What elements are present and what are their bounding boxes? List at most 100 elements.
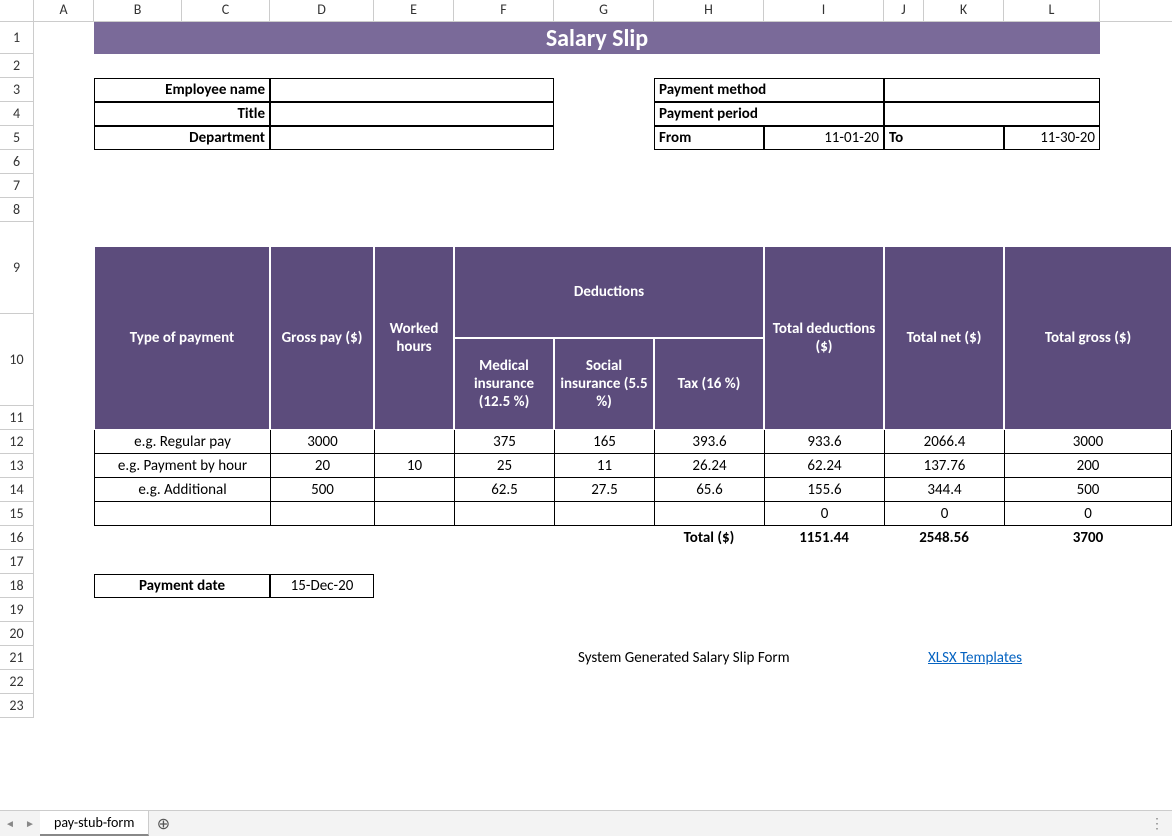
- r2-tded[interactable]: 62.24: [764, 454, 884, 478]
- col-E[interactable]: E: [374, 0, 454, 21]
- r1-med[interactable]: 375: [454, 430, 554, 454]
- r4-tg[interactable]: 0: [1004, 502, 1172, 526]
- pay-date-value[interactable]: 15-Dec-20: [270, 574, 374, 598]
- row-5[interactable]: 5: [0, 126, 33, 150]
- sheet-tab-active[interactable]: pay-stub-form: [40, 811, 149, 836]
- emp-dept-value[interactable]: [270, 126, 554, 150]
- col-K[interactable]: K: [924, 0, 1004, 21]
- hdr-medical: Medical insurance (12.5 %): [454, 338, 554, 430]
- row-19[interactable]: 19: [0, 598, 33, 622]
- row-9[interactable]: 9: [0, 222, 33, 314]
- tab-scroll-left-icon[interactable]: ◄: [0, 811, 20, 836]
- add-sheet-button[interactable]: ⊕: [149, 811, 177, 836]
- r3-type[interactable]: e.g. Additional: [94, 478, 270, 502]
- r4-tax[interactable]: [654, 502, 764, 526]
- r3-hours[interactable]: [374, 478, 454, 502]
- from-date[interactable]: 11-01-20: [764, 126, 884, 150]
- emp-title-label: Title: [94, 102, 270, 126]
- r1-net[interactable]: 2066.4: [884, 430, 1004, 454]
- sheet-tabs-bar: ◄ ► pay-stub-form ⊕ ⋮: [0, 810, 1172, 836]
- emp-title-value[interactable]: [270, 102, 554, 126]
- row-13[interactable]: 13: [0, 454, 33, 478]
- r3-med[interactable]: 62.5: [454, 478, 554, 502]
- r4-soc[interactable]: [554, 502, 654, 526]
- col-B[interactable]: B: [94, 0, 182, 21]
- select-all-corner[interactable]: [0, 0, 34, 21]
- r3-gross[interactable]: 500: [270, 478, 374, 502]
- to-label: To: [884, 126, 1004, 150]
- r3-tax[interactable]: 65.6: [654, 478, 764, 502]
- to-date[interactable]: 11-30-20: [1004, 126, 1100, 150]
- hdr-deductions: Deductions: [454, 246, 764, 338]
- tab-scroll-right-icon[interactable]: ►: [20, 811, 40, 836]
- emp-name-value[interactable]: [270, 78, 554, 102]
- col-F[interactable]: F: [454, 0, 554, 21]
- col-L[interactable]: L: [1004, 0, 1100, 21]
- row-21[interactable]: 21: [0, 646, 33, 670]
- col-J[interactable]: J: [884, 0, 924, 21]
- row-4[interactable]: 4: [0, 102, 33, 126]
- tab-options-icon[interactable]: ⋮: [1150, 815, 1166, 832]
- r2-net[interactable]: 137.76: [884, 454, 1004, 478]
- r3-tg[interactable]: 500: [1004, 478, 1172, 502]
- row-1[interactable]: 1: [0, 22, 33, 54]
- r4-net[interactable]: 0: [884, 502, 1004, 526]
- footer-text: System Generated Salary Slip Form: [574, 646, 904, 670]
- row-6[interactable]: 6: [0, 150, 33, 174]
- row-14[interactable]: 14: [0, 478, 33, 502]
- row-22[interactable]: 22: [0, 670, 33, 694]
- r1-tded[interactable]: 933.6: [764, 430, 884, 454]
- hdr-gross: Gross pay ($): [270, 246, 374, 430]
- r1-gross[interactable]: 3000: [270, 430, 374, 454]
- hdr-tded: Total deductions ($): [764, 246, 884, 430]
- r4-type[interactable]: [94, 502, 270, 526]
- r1-soc[interactable]: 165: [554, 430, 654, 454]
- r2-tg[interactable]: 200: [1004, 454, 1172, 478]
- r2-med[interactable]: 25: [454, 454, 554, 478]
- row-23[interactable]: 23: [0, 694, 33, 718]
- hdr-hours: Worked hours: [374, 246, 454, 430]
- col-H[interactable]: H: [654, 0, 764, 21]
- r2-type[interactable]: e.g. Payment by hour: [94, 454, 270, 478]
- total-tded: 1151.44: [764, 526, 884, 550]
- col-D[interactable]: D: [270, 0, 374, 21]
- row-10[interactable]: 10: [0, 314, 33, 406]
- footer-link-cell[interactable]: XLSX Templates: [924, 646, 1100, 670]
- row-17[interactable]: 17: [0, 550, 33, 574]
- r1-tg[interactable]: 3000: [1004, 430, 1172, 454]
- r4-tded[interactable]: 0: [764, 502, 884, 526]
- r4-hours[interactable]: [374, 502, 454, 526]
- row-18[interactable]: 18: [0, 574, 33, 598]
- hdr-tgross: Total gross ($): [1004, 246, 1172, 430]
- r3-net[interactable]: 344.4: [884, 478, 1004, 502]
- r1-tax[interactable]: 393.6: [654, 430, 764, 454]
- pay-method-value[interactable]: [884, 78, 1100, 102]
- row-16[interactable]: 16: [0, 526, 33, 550]
- r4-med[interactable]: [454, 502, 554, 526]
- col-C[interactable]: C: [182, 0, 270, 21]
- row-20[interactable]: 20: [0, 622, 33, 646]
- row-11[interactable]: 11: [0, 406, 33, 430]
- r2-soc[interactable]: 11: [554, 454, 654, 478]
- row-3[interactable]: 3: [0, 78, 33, 102]
- emp-name-label: Employee name: [94, 78, 270, 102]
- row-2[interactable]: 2: [0, 54, 33, 78]
- row-12[interactable]: 12: [0, 430, 33, 454]
- row-7[interactable]: 7: [0, 174, 33, 198]
- r1-hours[interactable]: [374, 430, 454, 454]
- pay-period-value[interactable]: [884, 102, 1100, 126]
- col-I[interactable]: I: [764, 0, 884, 21]
- r3-tded[interactable]: 155.6: [764, 478, 884, 502]
- r2-hours[interactable]: 10: [374, 454, 454, 478]
- r4-gross[interactable]: [270, 502, 374, 526]
- col-A[interactable]: A: [34, 0, 94, 21]
- r1-type[interactable]: e.g. Regular pay: [94, 430, 270, 454]
- emp-dept-label: Department: [94, 126, 270, 150]
- r2-tax[interactable]: 26.24: [654, 454, 764, 478]
- row-8[interactable]: 8: [0, 198, 33, 222]
- row-15[interactable]: 15: [0, 502, 33, 526]
- r2-gross[interactable]: 20: [270, 454, 374, 478]
- col-G[interactable]: G: [554, 0, 654, 21]
- r3-soc[interactable]: 27.5: [554, 478, 654, 502]
- footer-link[interactable]: XLSX Templates: [928, 649, 1022, 667]
